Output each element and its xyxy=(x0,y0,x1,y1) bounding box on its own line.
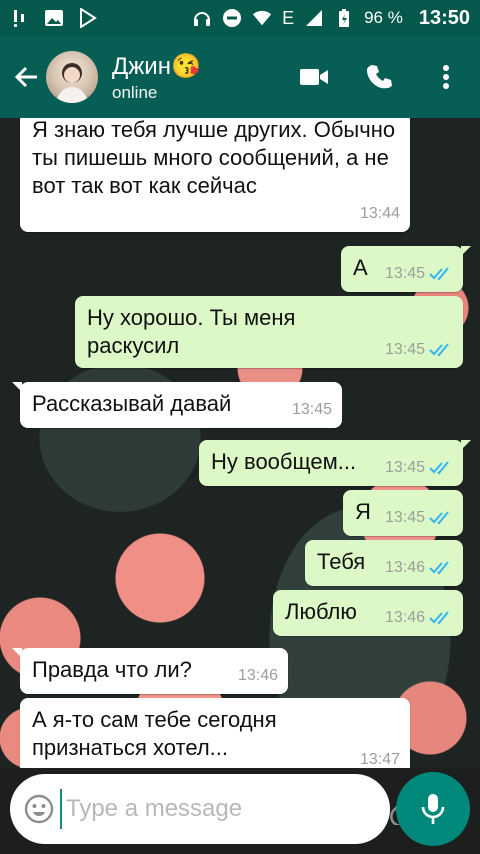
message-text: А я-то сам тебе сегодня признаться хотел… xyxy=(32,707,277,760)
message-text: Тебя xyxy=(317,549,366,574)
message-outgoing[interactable]: Ну хорошо. Ты меня раскусил 13:45 xyxy=(75,296,463,368)
play-store-icon xyxy=(78,8,98,28)
message-text: Я xyxy=(355,499,371,524)
message-time: 13:46 xyxy=(384,609,425,626)
message-text: А xyxy=(353,255,368,280)
voice-record-button[interactable] xyxy=(396,772,470,846)
read-receipt-icon xyxy=(429,267,453,281)
message-text: Ну вообщем... xyxy=(211,449,357,474)
battery-icon xyxy=(334,8,354,28)
clock: 13:50 xyxy=(418,6,470,29)
network-type: E xyxy=(282,7,295,28)
back-arrow-icon xyxy=(14,66,37,88)
message-text: Люблю xyxy=(285,599,357,624)
wifi-icon xyxy=(252,8,272,28)
message-incoming[interactable]: Правда что ли? 13:46 xyxy=(12,648,288,694)
read-receipt-icon xyxy=(429,611,453,625)
contact-info[interactable]: Джин😘 online xyxy=(112,52,201,103)
message-time: 13:44 xyxy=(359,205,400,222)
message-text: Правда что ли? xyxy=(32,657,192,682)
contact-name: Джин😘 xyxy=(112,52,201,80)
contact-status: online xyxy=(112,82,158,102)
message-input[interactable] xyxy=(60,789,376,829)
message-text: Ну хорошо. Ты меня раскусил xyxy=(87,305,296,358)
message-outgoing[interactable]: Ну вообщем... 13:45 xyxy=(199,440,471,486)
back-button[interactable] xyxy=(2,53,50,101)
video-call-button[interactable] xyxy=(294,57,334,97)
message-outgoing[interactable]: Я 13:45 xyxy=(343,490,463,536)
message-outgoing[interactable]: А 13:45 xyxy=(341,246,471,292)
voice-call-button[interactable] xyxy=(360,57,400,97)
message-time: 13:47 xyxy=(359,751,400,768)
image-notification-icon xyxy=(44,8,64,28)
message-incoming[interactable]: Рассказывай давай 13:45 xyxy=(12,382,342,428)
message-list[interactable]: Я знаю тебя лучше других. Обычно ты пише… xyxy=(0,118,480,768)
battery-level: 96 % xyxy=(364,8,403,27)
message-time: 13:45 xyxy=(384,341,425,358)
read-receipt-icon xyxy=(429,461,453,475)
message-time: 13:45 xyxy=(384,459,425,476)
message-incoming[interactable]: Я знаю тебя лучше других. Обычно ты пише… xyxy=(20,118,410,232)
emoji-button[interactable] xyxy=(24,791,54,827)
cell-signal-icon xyxy=(304,8,324,28)
message-time: 13:46 xyxy=(237,667,278,684)
message-text: Я знаю тебя лучше других. Обычно ты пише… xyxy=(32,118,396,198)
status-bar: E 96 % 13:50 xyxy=(0,0,480,36)
headphones-icon xyxy=(192,8,212,28)
message-outgoing[interactable]: Тебя 13:46 xyxy=(305,540,463,586)
message-time: 13:45 xyxy=(291,401,332,418)
read-receipt-icon xyxy=(429,561,453,575)
mic-icon xyxy=(421,794,445,824)
message-outgoing[interactable]: Люблю 13:46 xyxy=(273,590,463,636)
message-text: Рассказывай давай xyxy=(32,391,232,416)
signal-alert-icon xyxy=(10,8,30,28)
video-call-icon xyxy=(300,69,328,85)
message-time: 13:46 xyxy=(384,559,425,576)
chat-header: Джин😘 online xyxy=(0,36,480,118)
message-time: 13:45 xyxy=(384,509,425,526)
more-vert-icon xyxy=(443,65,449,89)
input-bar xyxy=(0,768,480,854)
message-time: 13:45 xyxy=(384,265,425,282)
read-receipt-icon xyxy=(429,343,453,357)
phone-icon xyxy=(367,65,392,89)
more-options-button[interactable] xyxy=(426,57,466,97)
composer xyxy=(10,774,460,844)
read-receipt-icon xyxy=(429,511,453,525)
avatar[interactable] xyxy=(46,51,98,103)
do-not-disturb-icon xyxy=(222,8,242,28)
message-incoming[interactable]: А я-то сам тебе сегодня признаться хотел… xyxy=(20,698,410,768)
emoji-icon xyxy=(24,794,54,824)
